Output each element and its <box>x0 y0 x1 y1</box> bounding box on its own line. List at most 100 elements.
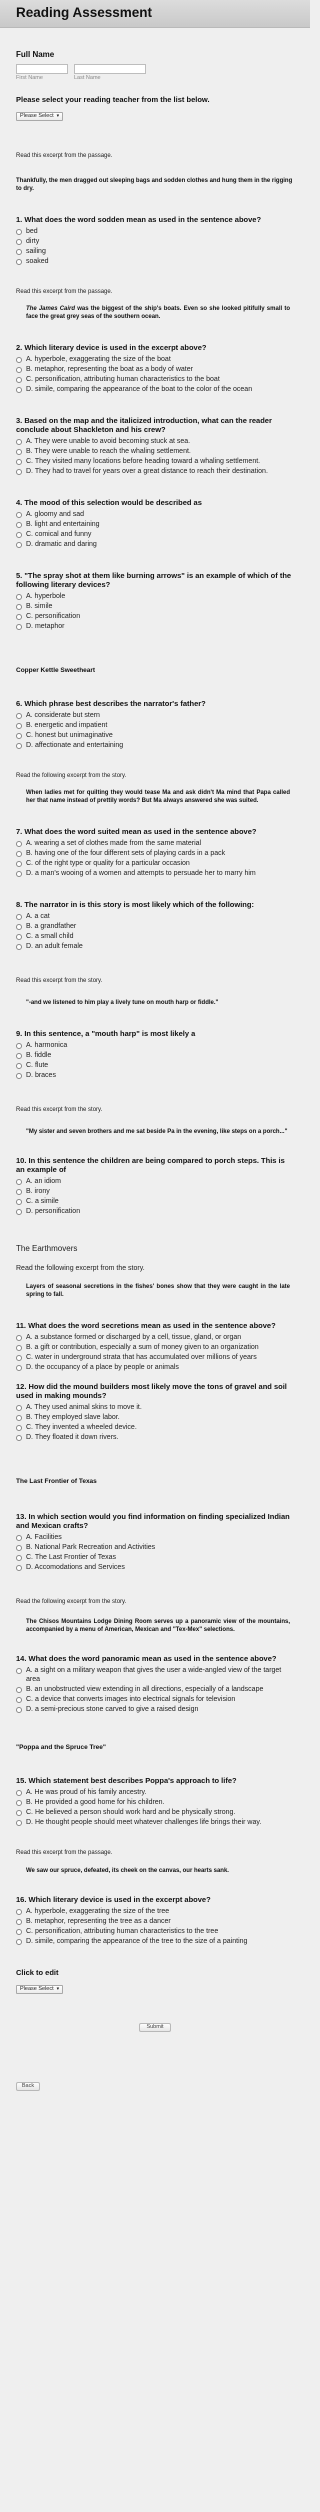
radio-icon <box>16 1042 22 1049</box>
answer-option[interactable]: B. simile <box>16 602 294 611</box>
answer-option[interactable]: D. Accomodations and Services <box>16 1563 294 1572</box>
answer-option[interactable]: A. wearing a set of clothes made from th… <box>16 839 294 848</box>
answer-option[interactable]: A. harmonica <box>16 1041 294 1050</box>
answer-option[interactable]: B. irony <box>16 1187 294 1196</box>
answer-option[interactable]: B. He provided a good home for his child… <box>16 1798 294 1807</box>
radio-icon <box>16 1706 22 1713</box>
answer-option[interactable]: B. fiddle <box>16 1051 294 1060</box>
radio-icon <box>16 356 22 363</box>
answer-option[interactable]: C. water in underground strata that has … <box>16 1353 294 1362</box>
answer-option[interactable]: C. a simile <box>16 1197 294 1206</box>
answer-option[interactable]: C. honest but unimaginative <box>16 731 294 740</box>
question-16: 16. Which literary device is used in the… <box>16 1895 211 1904</box>
click-to-edit-select[interactable]: Please Select ▾ <box>16 1985 64 1994</box>
answer-option[interactable]: C. personification, attributing human ch… <box>16 1927 294 1936</box>
question-10-options: A. an idiom B. irony C. a simile D. pers… <box>16 1177 294 1216</box>
answer-option[interactable]: B. light and entertaining <box>16 520 294 529</box>
answer-option[interactable]: D. simile, comparing the appearance of t… <box>16 385 294 394</box>
answer-option[interactable]: dirty <box>16 237 294 246</box>
answer-option[interactable]: C. a small child <box>16 932 294 941</box>
radio-icon <box>16 742 22 749</box>
back-button[interactable]: Back <box>16 2082 40 2091</box>
answer-option[interactable]: B. having one of the four different sets… <box>16 849 294 858</box>
answer-option[interactable]: B. a gift or contribution, especially a … <box>16 1343 294 1352</box>
submit-button[interactable]: Submit <box>139 2023 171 2032</box>
answer-option[interactable]: D. a semi-precious stone carved to give … <box>16 1705 294 1714</box>
answer-option[interactable]: A. He was proud of his family ancestry. <box>16 1788 294 1797</box>
radio-icon <box>16 1334 22 1341</box>
answer-option[interactable]: D. an adult female <box>16 942 294 951</box>
last-name-input[interactable] <box>74 64 146 74</box>
radio-icon <box>16 623 22 630</box>
radio-icon <box>16 1414 22 1421</box>
answer-option[interactable]: A. an idiom <box>16 1177 294 1186</box>
answer-option[interactable]: A. gloomy and sad <box>16 510 294 519</box>
answer-option[interactable]: B. They employed slave labor. <box>16 1413 294 1422</box>
radio-icon <box>16 1667 22 1674</box>
answer-option[interactable]: C. personification, attributing human ch… <box>16 375 294 384</box>
answer-option[interactable]: B. They were unable to reach the whaling… <box>16 447 294 456</box>
answer-option[interactable]: A. They were unable to avoid becoming st… <box>16 437 294 446</box>
first-name-input[interactable] <box>16 64 68 74</box>
answer-option[interactable]: C. He believed a person should work hard… <box>16 1808 294 1817</box>
radio-icon <box>16 840 22 847</box>
first-name-sublabel: First Name <box>16 75 43 81</box>
answer-option[interactable]: A. hyperbole, exaggerating the size of t… <box>16 355 294 364</box>
answer-option[interactable]: sailing <box>16 247 294 256</box>
radio-icon <box>16 1198 22 1205</box>
answer-option[interactable]: D. simile, comparing the appearance of t… <box>16 1937 294 1946</box>
answer-option[interactable]: B. energetic and impatient <box>16 721 294 730</box>
answer-option[interactable]: D. the occupancy of a place by people or… <box>16 1363 294 1372</box>
radio-icon <box>16 1052 22 1059</box>
answer-option[interactable]: A. a cat <box>16 912 294 921</box>
answer-option[interactable]: C. comical and funny <box>16 530 294 539</box>
answer-option[interactable]: A. Facilities <box>16 1533 294 1542</box>
answer-option[interactable]: B. metaphor, representing the tree as a … <box>16 1917 294 1926</box>
question-13-options: A. Facilities B. National Park Recreatio… <box>16 1533 294 1572</box>
answer-option[interactable]: A. They used animal skins to move it. <box>16 1403 294 1412</box>
question-1-options: bed dirty sailing soaked <box>16 227 294 266</box>
answer-option[interactable]: D. They had to travel for years over a g… <box>16 467 294 476</box>
answer-option[interactable]: C. They visited many locations before he… <box>16 457 294 466</box>
answer-option[interactable]: A. a sight on a military weapon that giv… <box>16 1666 294 1684</box>
answer-option[interactable]: soaked <box>16 257 294 266</box>
answer-option[interactable]: D. braces <box>16 1071 294 1080</box>
radio-icon <box>16 238 22 245</box>
answer-option[interactable]: D. dramatic and daring <box>16 540 294 549</box>
answer-option[interactable]: B. metaphor, representing the boat as a … <box>16 365 294 374</box>
excerpt-passage: Layers of seasonal secretions in the fis… <box>26 1284 290 1298</box>
answer-option[interactable]: A. considerate but stern <box>16 711 294 720</box>
answer-option[interactable]: C. The Last Frontier of Texas <box>16 1553 294 1562</box>
answer-option[interactable]: D. affectionate and entertaining <box>16 741 294 750</box>
answer-option[interactable]: C. personification <box>16 612 294 621</box>
answer-option[interactable]: B. National Park Recreation and Activiti… <box>16 1543 294 1552</box>
answer-option[interactable]: D. personification <box>16 1207 294 1216</box>
radio-icon <box>16 248 22 255</box>
answer-option[interactable]: C. a device that converts images into el… <box>16 1695 294 1704</box>
answer-option[interactable]: D. metaphor <box>16 622 294 631</box>
answer-option[interactable]: D. He thought people should meet whateve… <box>16 1818 294 1827</box>
radio-icon <box>16 870 22 877</box>
answer-option[interactable]: C. flute <box>16 1061 294 1070</box>
answer-option[interactable]: A. hyperbole <box>16 592 294 601</box>
answer-option[interactable]: D. a man's wooing of a women and attempt… <box>16 869 294 878</box>
radio-icon <box>16 1564 22 1571</box>
answer-option[interactable]: A. hyperbole, exaggerating the size of t… <box>16 1907 294 1916</box>
question-12: 12. How did the mound builders most like… <box>16 1382 287 1400</box>
answer-option[interactable]: A. a substance formed or discharged by a… <box>16 1333 294 1342</box>
question-11: 11. What does the word secretions mean a… <box>16 1321 276 1330</box>
radio-icon <box>16 1178 22 1185</box>
answer-option[interactable]: B. an unobstructed view extending in all… <box>16 1685 294 1694</box>
teacher-select[interactable]: Please Select ▾ <box>16 112 64 121</box>
question-7-options: A. wearing a set of clothes made from th… <box>16 839 294 878</box>
instruction: Read the following excerpt from the stor… <box>16 1599 127 1605</box>
answer-option[interactable]: D. They floated it down rivers. <box>16 1433 294 1442</box>
radio-icon <box>16 386 22 393</box>
question-12-options: A. They used animal skins to move it. B.… <box>16 1403 294 1442</box>
answer-option[interactable]: bed <box>16 227 294 236</box>
radio-icon <box>16 541 22 548</box>
answer-option[interactable]: B. a grandfather <box>16 922 294 931</box>
answer-option[interactable]: C. They invented a wheeled device. <box>16 1423 294 1432</box>
answer-option[interactable]: C. of the right type or quality for a pa… <box>16 859 294 868</box>
question-6: 6. Which phrase best describes the narra… <box>16 699 206 708</box>
